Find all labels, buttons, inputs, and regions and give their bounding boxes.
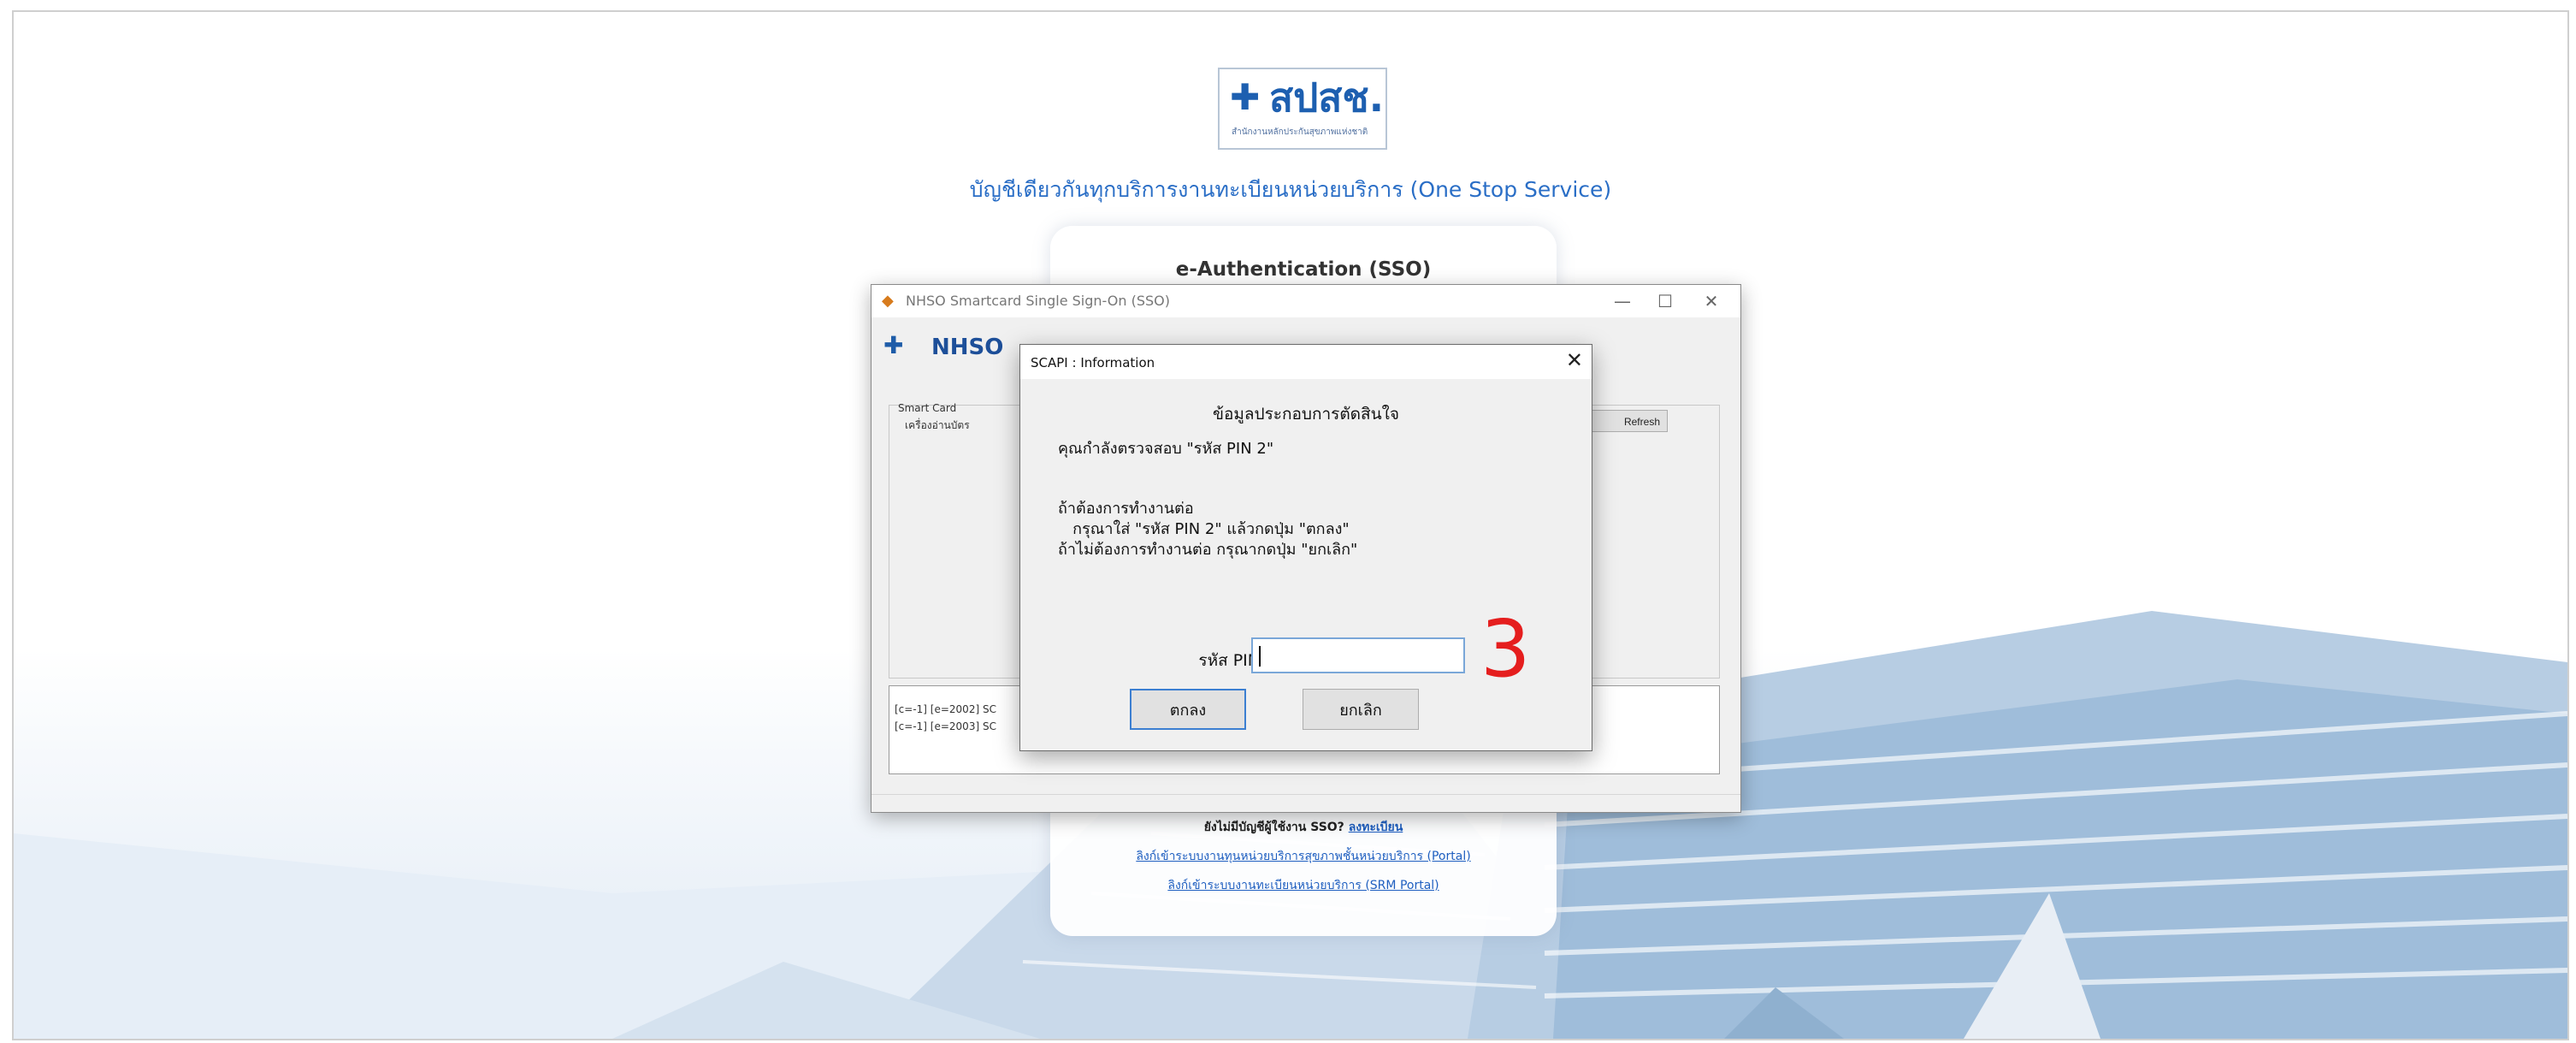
logo-mark-icon: ✚: [1230, 76, 1261, 118]
ok-button[interactable]: ตกลง: [1130, 689, 1246, 730]
sso-window-title: NHSO Smartcard Single Sign-On (SSO): [906, 293, 1170, 309]
close-icon[interactable]: ✕: [1566, 348, 1583, 372]
text-caret: [1259, 646, 1261, 667]
portal-link[interactable]: ลิงก์เข้าระบบงานทุนหน่วยบริการสุขภาพชั้น…: [1050, 847, 1557, 866]
browser-viewport: ✚ สปสช. สำนักงานหลักประกันสุขภาพแห่งชาติ…: [12, 10, 2569, 1040]
sso-banner-title: NHSO: [931, 335, 1004, 360]
dialog-message-line: ถ้าไม่ต้องการทำงานต่อ กรุณากดปุ่ม "ยกเลิ…: [1058, 541, 1358, 559]
register-question: ยังไม่มีบัญชีผู้ใช้งาน SSO?: [1203, 821, 1344, 834]
scapi-dialog-titlebar[interactable]: SCAPI : Information ✕: [1020, 345, 1592, 379]
logo-subtitle: สำนักงานหลักประกันสุขภาพแห่งชาติ: [1232, 127, 1368, 137]
log-line: [c=-1] [e=2002] SC: [895, 703, 996, 715]
pin-label: รหัส PIN: [1198, 651, 1260, 670]
page-heading: บัญชีเดียวกันทุกบริการงานทะเบียนหน่วยบริ…: [969, 177, 1612, 202]
status-bar: [871, 794, 1740, 812]
pin-input[interactable]: [1251, 637, 1465, 673]
scapi-dialog: SCAPI : Information ✕ ข้อมูลประกอบการตัด…: [1019, 344, 1592, 751]
step-number-annotation: 3: [1480, 603, 1531, 695]
register-prompt: ยังไม่มีบัญชีผู้ใช้งาน SSO? ลงทะเบียน: [1050, 818, 1557, 837]
log-line: [c=-1] [e=2003] SC: [895, 720, 996, 732]
cancel-button[interactable]: ยกเลิก: [1303, 689, 1419, 730]
register-link[interactable]: ลงทะเบียน: [1349, 821, 1403, 834]
dialog-message-line: คุณกำลังตรวจสอบ "รหัส PIN 2": [1058, 440, 1274, 458]
close-icon[interactable]: ✕: [1693, 288, 1730, 314]
logo-text: สปสช.: [1269, 74, 1385, 121]
maximize-icon[interactable]: ☐: [1646, 288, 1684, 314]
smart-card-label: Smart Card: [898, 402, 957, 414]
dialog-heading: ข้อมูลประกอบการตัดสินใจ: [1212, 405, 1400, 424]
reader-label: เครื่องอ่านบัตร: [905, 419, 970, 431]
srm-portal-link[interactable]: ลิงก์เข้าระบบงานทะเบียนหน่วยบริการ (SRM …: [1050, 876, 1557, 895]
app-icon: ◆: [882, 292, 894, 310]
nhso-logo: ✚ สปสช. สำนักงานหลักประกันสุขภาพแห่งชาติ: [1218, 68, 1387, 150]
login-card-title: e-Authentication (SSO): [1175, 258, 1432, 281]
nhso-banner-icon: ✚: [883, 331, 904, 359]
scapi-dialog-title: SCAPI : Information: [1031, 355, 1155, 370]
minimize-icon[interactable]: —: [1604, 288, 1641, 314]
sso-window-titlebar[interactable]: ◆ NHSO Smartcard Single Sign-On (SSO) — …: [871, 285, 1740, 317]
login-card-footer: ยังไม่มีบัญชีผู้ใช้งาน SSO? ลงทะเบียน ลิ…: [1050, 818, 1557, 895]
